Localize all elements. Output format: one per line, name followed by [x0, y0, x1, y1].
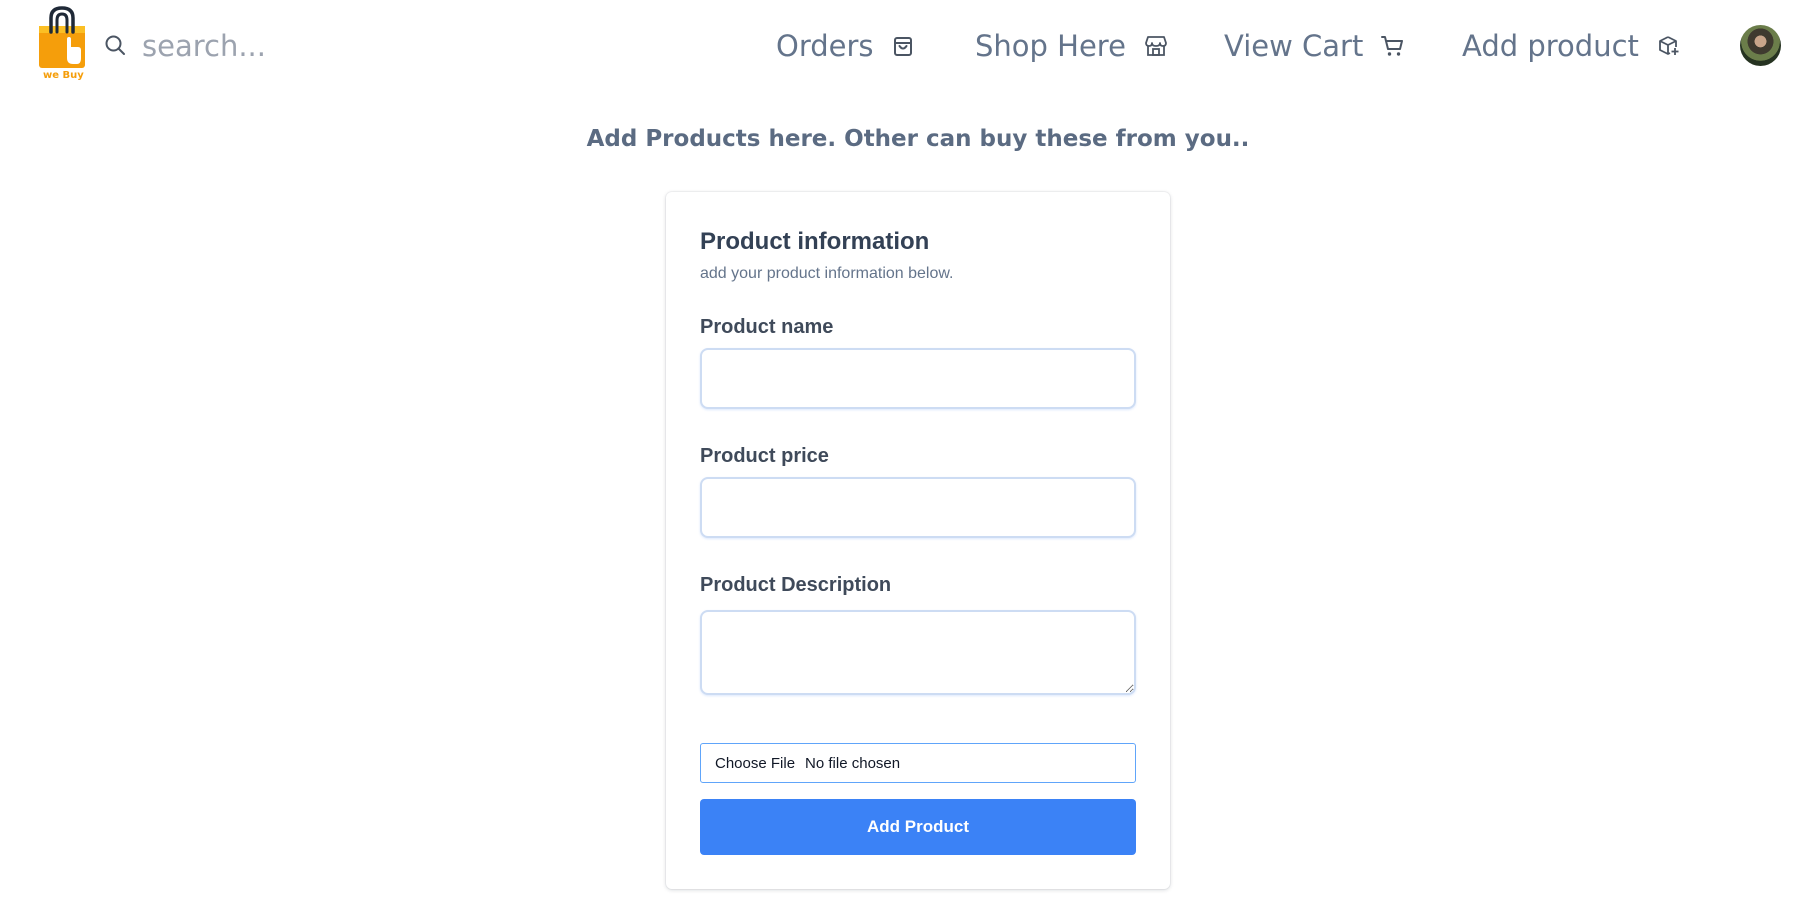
- user-avatar[interactable]: [1740, 25, 1781, 66]
- add-product-button[interactable]: Add Product: [700, 799, 1136, 855]
- storefront-icon: [1145, 36, 1167, 56]
- file-picker[interactable]: Choose File No file chosen: [700, 743, 1136, 783]
- shopping-bag-hand-icon: [39, 6, 85, 68]
- nav-orders[interactable]: Orders: [776, 22, 914, 70]
- nav-orders-label: Orders: [776, 29, 874, 63]
- form-title: Product information: [700, 228, 930, 255]
- search-input[interactable]: [142, 24, 482, 68]
- nav-add-label: Add product: [1462, 29, 1639, 63]
- product-price-input[interactable]: [700, 477, 1136, 538]
- product-price-label: Product price: [700, 445, 829, 467]
- bag-icon: [893, 37, 912, 56]
- nav-shop-here[interactable]: Shop Here: [975, 22, 1168, 70]
- product-description-textarea[interactable]: [700, 610, 1136, 695]
- box-plus-icon: [1659, 36, 1679, 55]
- product-name-input[interactable]: [700, 348, 1136, 409]
- form-subtitle: add your product information below.: [700, 265, 954, 282]
- nav-cart-label: View Cart: [1224, 29, 1364, 63]
- search-icon[interactable]: [104, 34, 126, 56]
- nav-add-product[interactable]: Add product: [1462, 22, 1681, 70]
- page-title: Add Products here. Other can buy these f…: [586, 126, 1250, 152]
- product-description-label: Product Description: [700, 574, 892, 596]
- logo-text: we Buy: [43, 70, 84, 81]
- logo[interactable]: we Buy: [33, 6, 91, 86]
- nav-view-cart[interactable]: View Cart: [1224, 22, 1405, 70]
- cart-icon: [1381, 36, 1404, 56]
- top-navbar: we Buy Orders Shop Here View Cart Add pr…: [0, 0, 1806, 92]
- choose-file-button[interactable]: Choose File: [715, 755, 795, 772]
- file-status: No file chosen: [805, 754, 901, 772]
- product-name-label: Product name: [700, 316, 834, 338]
- product-form-card: Product information add your product inf…: [666, 192, 1170, 889]
- nav-shop-label: Shop Here: [975, 29, 1126, 63]
